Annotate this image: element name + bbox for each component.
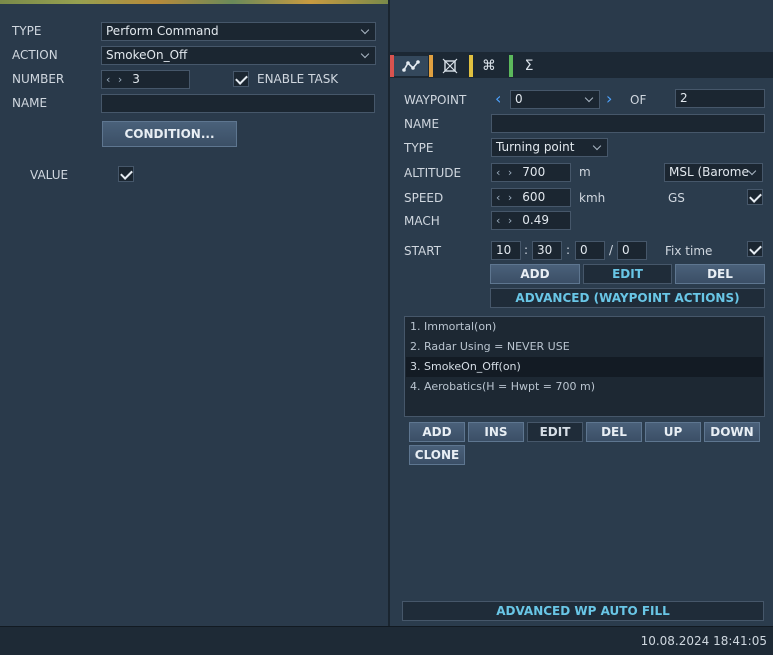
stepper-arrows-icon[interactable]: ‹ › bbox=[106, 73, 124, 86]
waypoint-select[interactable]: 0 bbox=[510, 90, 600, 109]
action-down-button[interactable]: DOWN bbox=[704, 422, 760, 442]
start-label: START bbox=[404, 244, 442, 258]
stepper-arrows-icon[interactable]: ‹ › bbox=[496, 191, 514, 204]
target-icon bbox=[442, 58, 458, 74]
tab-sigma[interactable]: Σ bbox=[512, 56, 546, 76]
wp-del-button[interactable]: DEL bbox=[675, 264, 765, 284]
type-select[interactable]: Perform Command bbox=[101, 22, 376, 41]
action-up-button[interactable]: UP bbox=[645, 422, 701, 442]
time-separator: : bbox=[524, 243, 529, 257]
number-label: NUMBER bbox=[12, 72, 65, 86]
list-item-selected[interactable]: 3. SmokeOn_Off(on) bbox=[406, 357, 763, 377]
mach-value: 0.49 bbox=[522, 213, 550, 227]
stepper-arrows-icon[interactable]: ‹ › bbox=[496, 166, 514, 179]
of-label: OF bbox=[630, 93, 647, 107]
wp-edit-button[interactable]: EDIT bbox=[583, 264, 672, 284]
altitude-value: 700 bbox=[522, 165, 546, 179]
start-minutes-input[interactable]: 30 bbox=[532, 241, 562, 260]
waypoint-label: WAYPOINT bbox=[404, 93, 467, 107]
list-item[interactable]: 2. Radar Using = NEVER USE bbox=[406, 337, 763, 357]
number-value: 3 bbox=[132, 72, 140, 86]
value-label: VALUE bbox=[30, 168, 69, 182]
type-select-value: Perform Command bbox=[106, 24, 219, 38]
action-select-value: SmokeOn_Off bbox=[106, 48, 188, 62]
status-datetime: 10.08.2024 18:41:05 bbox=[640, 634, 767, 648]
mach-stepper[interactable]: ‹ › 0.49 bbox=[491, 211, 571, 230]
altitude-ref-value: MSL (Barome bbox=[669, 165, 749, 179]
number-stepper[interactable]: ‹ › 3 bbox=[101, 70, 190, 89]
type-label: TYPE bbox=[12, 24, 42, 38]
tab-target[interactable] bbox=[433, 56, 467, 76]
waypoint-total: 2 bbox=[675, 89, 765, 108]
action-ins-button[interactable]: INS bbox=[468, 422, 524, 442]
altitude-ref-select[interactable]: MSL (Barome bbox=[664, 163, 763, 182]
day-separator: / bbox=[609, 243, 614, 257]
enable-task-checkbox[interactable] bbox=[233, 71, 249, 87]
fix-time-checkbox[interactable] bbox=[747, 241, 763, 257]
value-checkbox[interactable] bbox=[118, 166, 134, 182]
name-label: NAME bbox=[12, 96, 48, 110]
action-select[interactable]: SmokeOn_Off bbox=[101, 46, 376, 65]
stepper-arrows-icon[interactable]: ‹ › bbox=[496, 214, 514, 227]
start-hours-input[interactable]: 10 bbox=[491, 241, 521, 260]
condition-button[interactable]: CONDITION... bbox=[102, 121, 237, 147]
mach-label: MACH bbox=[404, 214, 440, 228]
right-top-area bbox=[390, 0, 773, 52]
advanced-waypoint-actions-button[interactable]: ADVANCED (WAYPOINT ACTIONS) bbox=[490, 288, 765, 308]
time-separator: : bbox=[566, 243, 571, 257]
action-label: ACTION bbox=[12, 48, 58, 62]
advanced-wp-auto-fill-button[interactable]: ADVANCED WP AUTO FILL bbox=[402, 601, 764, 621]
list-item[interactable]: 1. Immortal(on) bbox=[406, 317, 763, 337]
speed-unit: kmh bbox=[579, 191, 606, 205]
enable-task-label: ENABLE TASK bbox=[257, 72, 339, 86]
route-icon bbox=[402, 60, 420, 72]
altitude-stepper[interactable]: ‹ › 700 bbox=[491, 163, 571, 182]
wp-type-select[interactable]: Turning point bbox=[491, 138, 608, 157]
waypoint-select-value: 0 bbox=[515, 92, 523, 106]
action-add-button[interactable]: ADD bbox=[409, 422, 465, 442]
gs-checkbox[interactable] bbox=[747, 189, 763, 205]
start-day-input[interactable]: 0 bbox=[617, 241, 647, 260]
sigma-icon: Σ bbox=[524, 58, 534, 74]
name-input[interactable] bbox=[101, 94, 375, 113]
command-icon: ⌘ bbox=[482, 58, 496, 74]
start-seconds-input[interactable]: 0 bbox=[575, 241, 605, 260]
gs-label: GS bbox=[668, 191, 685, 205]
fix-time-label: Fix time bbox=[665, 244, 713, 258]
tab-command[interactable]: ⌘ bbox=[472, 56, 506, 76]
wp-name-input[interactable] bbox=[491, 114, 765, 133]
wp-name-label: NAME bbox=[404, 117, 440, 131]
action-del-button[interactable]: DEL bbox=[586, 422, 642, 442]
prev-waypoint-icon[interactable]: ‹ bbox=[495, 89, 501, 108]
speed-label: SPEED bbox=[404, 191, 444, 205]
waypoint-actions-list[interactable]: 1. Immortal(on) 2. Radar Using = NEVER U… bbox=[404, 316, 765, 417]
next-waypoint-icon[interactable]: › bbox=[606, 89, 612, 108]
altitude-unit: m bbox=[579, 165, 591, 179]
wp-type-value: Turning point bbox=[496, 140, 575, 154]
wp-type-label: TYPE bbox=[404, 141, 434, 155]
action-edit-button[interactable]: EDIT bbox=[527, 422, 583, 442]
action-clone-button[interactable]: CLONE bbox=[409, 445, 465, 465]
speed-stepper[interactable]: ‹ › 600 bbox=[491, 188, 571, 207]
altitude-label: ALTITUDE bbox=[404, 166, 462, 180]
speed-value: 600 bbox=[522, 190, 546, 204]
wp-add-button[interactable]: ADD bbox=[490, 264, 580, 284]
tab-route[interactable] bbox=[394, 56, 428, 76]
list-item[interactable]: 4. Aerobatics(H = Hwpt = 700 m) bbox=[406, 377, 763, 397]
